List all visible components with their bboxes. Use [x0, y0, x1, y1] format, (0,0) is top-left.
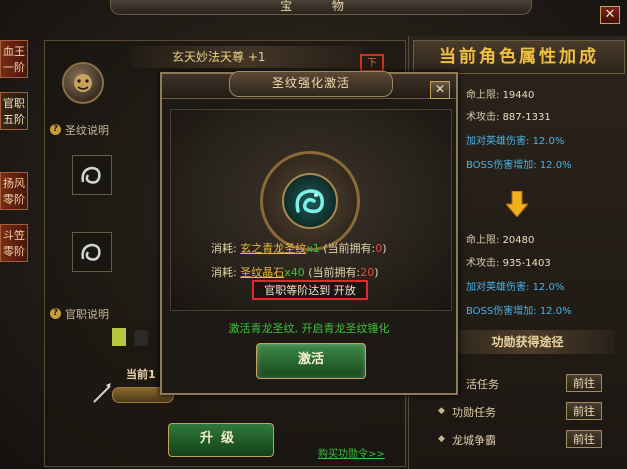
unlock-condition: 官职等阶达到 开放: [252, 280, 368, 300]
route-label: 龙城争霸: [452, 434, 496, 447]
bullet-icon: ◆: [438, 434, 445, 444]
tab-yangfeng[interactable]: 扬风 零阶: [0, 172, 28, 210]
spear-icon: [92, 382, 112, 404]
status-badge: 下: [360, 54, 384, 72]
close-icon[interactable]: ✕: [430, 81, 450, 99]
stat-row: 命上限: 20480: [466, 235, 535, 246]
window-title: 宝 物: [110, 0, 532, 15]
close-icon[interactable]: ✕: [600, 6, 620, 24]
stat-row: 术攻击: 935-1403: [466, 258, 551, 269]
item-name: 玄天妙法天尊 +1: [132, 46, 362, 68]
stat-row: BOSS伤害增加: 12.0%: [466, 160, 572, 171]
tab-xuewang[interactable]: 血王 一阶: [0, 40, 28, 78]
attribute-panel-title: 当前角色属性加成: [413, 40, 625, 74]
down-arrow-icon: [504, 190, 530, 218]
route-label: 活任务: [466, 378, 499, 391]
tab-label: 官职 五阶: [3, 97, 25, 126]
stat-row: 加对英雄伤害: 12.0%: [466, 136, 565, 147]
rune-slot-icon[interactable]: [72, 232, 112, 272]
stat-row: 加对英雄伤害: 12.0%: [466, 282, 565, 293]
tab-label: 斗笠 零阶: [3, 229, 25, 258]
routes-title: 功勋获得途径: [440, 330, 615, 354]
current-level-label: 当前1: [126, 368, 156, 381]
flask-icon: [112, 328, 126, 346]
upgrade-button[interactable]: 升级: [168, 423, 274, 457]
bullet-icon: ◆: [438, 406, 445, 416]
goto-button[interactable]: 前往: [566, 430, 602, 448]
stat-row: 命上限: 19440: [466, 90, 535, 101]
bag-icon: [134, 330, 148, 346]
rune-help-link[interactable]: 圣纹说明: [65, 122, 109, 138]
dragon-emblem-icon: [282, 173, 338, 229]
rune-slot-icon[interactable]: [72, 155, 112, 195]
tab-guanzhi[interactable]: 官职 五阶: [0, 92, 28, 130]
stat-row: BOSS伤害增加: 12.0%: [466, 306, 572, 317]
tab-label: 血王 一阶: [3, 45, 25, 74]
item-link[interactable]: 玄之青龙圣纹: [240, 242, 306, 255]
cost-row: 消耗: 玄之青龙圣纹x1 (当前拥有:0): [211, 242, 387, 255]
tab-label: 扬风 零阶: [3, 177, 25, 206]
tab-douli[interactable]: 斗笠 零阶: [0, 224, 28, 262]
question-icon[interactable]: ?: [50, 124, 61, 135]
goto-button[interactable]: 前往: [566, 402, 602, 420]
goto-button[interactable]: 前往: [566, 374, 602, 392]
cost-row: 消耗: 圣纹晶石x40 (当前拥有:20): [211, 266, 379, 279]
question-icon[interactable]: ?: [50, 308, 61, 319]
buy-merit-link[interactable]: 购买功勋令>>: [318, 445, 385, 460]
stat-row: 术攻击: 887-1331: [466, 112, 551, 123]
route-label: 功勋任务: [452, 406, 496, 419]
lion-emblem-icon: [62, 62, 104, 104]
item-link[interactable]: 圣纹晶石: [240, 266, 284, 279]
dialog-title: 圣纹强化激活: [229, 71, 393, 97]
activate-button[interactable]: 激活: [256, 343, 366, 379]
dialog-description: 激活青龙圣纹, 开启青龙圣纹锤化: [228, 322, 390, 335]
